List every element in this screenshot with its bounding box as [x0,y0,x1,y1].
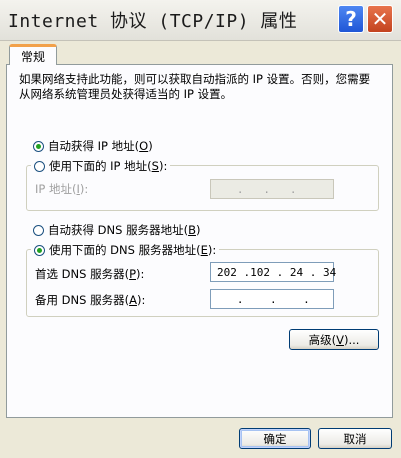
dns-auto-radio[interactable]: 自动获得 DNS 服务器地址 (B) [33,222,200,238]
radio-checked-icon [34,244,45,256]
ip-manual-key: S [151,159,159,173]
dns-manual-label: 使用下面的 DNS 服务器地址 [49,243,197,257]
general-panel [6,64,393,418]
radio-checked-icon [33,140,44,152]
close-icon: ✕ [371,7,389,31]
tab-general[interactable]: 常规 [9,44,57,65]
ip-address-input[interactable]: . . . [210,179,334,199]
preferred-dns-label: 首选 DNS 服务器(P): [35,267,145,281]
dns-manual-radio[interactable]: 使用下面的 DNS 服务器地址 (E): [31,242,220,258]
radio-unchecked-icon [34,160,45,172]
alternate-dns-label: 备用 DNS 服务器(A): [35,293,146,307]
preferred-dns-input[interactable]: 202 .102 . 24 . 34 [210,262,336,282]
help-button[interactable]: ? [338,5,364,33]
help-icon: ? [345,7,357,31]
ip-manual-radio[interactable]: 使用下面的 IP 地址 (S): [31,158,171,174]
ip-manual-label: 使用下面的 IP 地址 [49,159,148,173]
alternate-dns-input[interactable]: . . . [210,289,334,309]
description-text: 如果网络支持此功能，则可以获取自动指派的 IP 设置。否则，您需要从网络系统管理… [19,72,371,101]
ip-auto-label: 自动获得 IP 地址 [48,139,135,153]
ok-button[interactable]: 确定 [239,428,311,449]
radio-unchecked-icon [33,224,44,236]
close-button[interactable]: ✕ [367,5,393,33]
dns-auto-key: B [188,223,196,237]
ip-address-label: IP 地址(I): [35,182,89,196]
tab-general-label: 常规 [20,49,45,64]
window-title: Internet 协议 (TCP/IP) 属性 [8,11,298,32]
dns-manual-key: E [200,243,208,257]
ip-auto-radio[interactable]: 自动获得 IP 地址 (O) [33,138,153,154]
ip-auto-key: O [139,139,149,153]
dns-auto-label: 自动获得 DNS 服务器地址 [48,223,184,237]
title-bar[interactable]: Internet 协议 (TCP/IP) 属性 ? ✕ [0,0,401,41]
advanced-button[interactable]: 高级(V)... [289,329,379,350]
cancel-button[interactable]: 取消 [318,428,392,449]
